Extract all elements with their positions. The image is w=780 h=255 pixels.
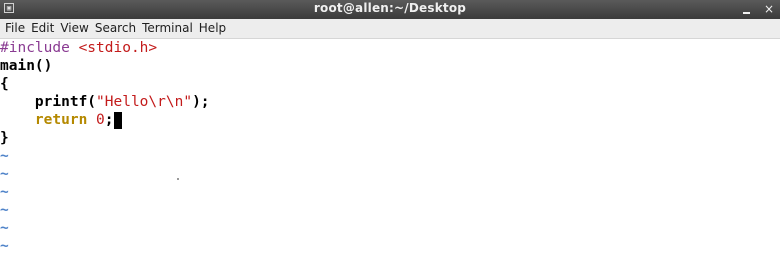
minimize-bar: [743, 12, 750, 14]
code-line: main(): [0, 57, 52, 75]
terminal-content[interactable]: #include <stdio.h> main(){ printf("Hello\…: [0, 39, 780, 254]
code-token: return: [34, 112, 88, 128]
code-token: }: [0, 130, 9, 146]
text-cursor: [113, 112, 122, 129]
code-line: return 0;: [0, 111, 122, 129]
code-token: {: [0, 76, 9, 92]
empty-line-marker: ~: [0, 184, 9, 200]
window-title: root@allen:~/Desktop: [313, 1, 467, 15]
empty-line-marker: ~: [0, 220, 9, 236]
code-token: main(): [0, 58, 53, 74]
menu-item-file[interactable]: File: [0, 19, 25, 38]
code-line: }: [0, 129, 9, 147]
menu-item-edit[interactable]: Edit: [26, 19, 54, 38]
code-token: <stdio.h>: [78, 40, 158, 56]
menu-item-terminal[interactable]: Terminal: [137, 19, 193, 38]
code-line: {: [0, 75, 9, 93]
menu-bar: File Edit View Search Terminal Help: [0, 19, 780, 39]
menu-item-view[interactable]: View: [55, 19, 88, 38]
menu-item-help[interactable]: Help: [194, 19, 226, 38]
code-line: printf("Hello\r\n");: [0, 93, 210, 111]
screen-speck: [177, 178, 179, 180]
title-bar[interactable]: ▣ root@allen:~/Desktop _ ×: [0, 0, 780, 19]
code-token: #include: [0, 40, 79, 56]
empty-line-marker: ~: [0, 202, 9, 218]
code-token: ;: [104, 112, 114, 128]
minimize-button[interactable]: _: [740, 1, 754, 17]
empty-line-marker: ~: [0, 238, 9, 254]
menu-list: File Edit View Search Terminal Help: [0, 19, 780, 38]
code-token: printf(: [0, 94, 97, 110]
code-line: #include <stdio.h>: [0, 39, 157, 57]
close-icon: ×: [763, 2, 775, 16]
close-button[interactable]: ×: [762, 1, 776, 17]
empty-line-marker: ~: [0, 148, 9, 164]
code-token: 0: [96, 112, 105, 128]
menu-item-search[interactable]: Search: [90, 19, 136, 38]
code-token: );: [192, 94, 210, 110]
empty-line-marker: ~: [0, 166, 9, 182]
code-token: "Hello\r\n": [96, 94, 193, 110]
terminal-window: ▣ root@allen:~/Desktop _ × FileEditViewS…: [0, 0, 780, 254]
